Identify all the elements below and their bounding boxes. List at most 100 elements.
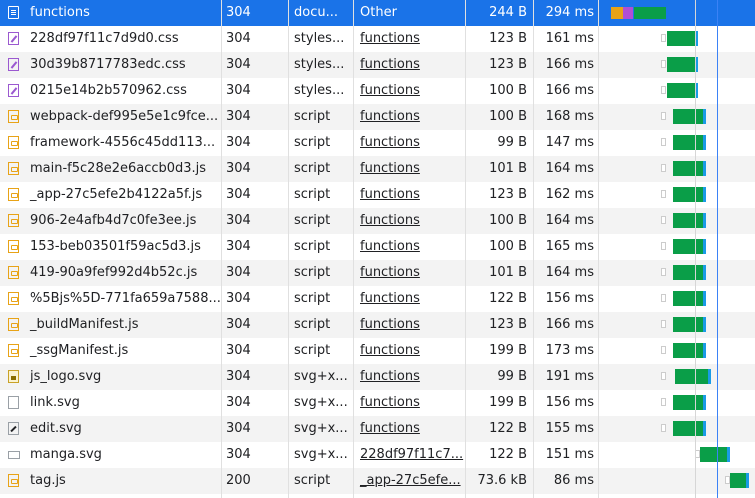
waterfall-queue-bar	[661, 216, 666, 224]
waterfall-queue-bar	[661, 320, 666, 328]
request-row[interactable]: edit.svg 304 svg+x... functions 122 B 155 ms	[0, 416, 755, 442]
column-divider[interactable]	[221, 0, 222, 498]
request-row[interactable]: _buildManifest.js 304 script functions 123 B…	[0, 312, 755, 338]
column-divider[interactable]	[533, 0, 534, 498]
request-status: 304	[226, 265, 251, 280]
column-divider[interactable]	[598, 0, 599, 498]
request-row[interactable]: _app-27c5efe2b4122a5f.js 304 script functio…	[0, 182, 755, 208]
initiator-link[interactable]: functions	[360, 57, 420, 72]
column-divider[interactable]	[288, 0, 289, 498]
request-initiator[interactable]: functions	[353, 52, 465, 78]
initiator-link[interactable]: functions	[360, 265, 420, 280]
request-type: svg+x...	[294, 421, 348, 436]
request-name: 30d39b8717783edc.css	[30, 57, 186, 72]
initiator-link[interactable]: functions	[360, 239, 420, 254]
request-row[interactable]: webpack-def995e5e1c9fce... 304 script funct…	[0, 104, 755, 130]
waterfall-bar-segment	[606, 7, 609, 19]
request-initiator[interactable]: functions	[353, 260, 465, 286]
request-row[interactable]: tag.js 200 script _app-27c5efe... 73.6 kB 86 …	[0, 468, 755, 494]
request-size: 123 B	[489, 57, 527, 72]
request-row[interactable]: 0215e14b2b570962.css 304 styles... function…	[0, 78, 755, 104]
waterfall-queue-bar	[661, 34, 666, 42]
request-initiator[interactable]: functions	[353, 338, 465, 364]
request-time: 164 ms	[545, 161, 594, 176]
request-name: %5Bjs%5D-771fa659a7588...	[30, 291, 221, 306]
request-row[interactable]: main-f5c28e2e6accb0d3.js 304 script functio…	[0, 156, 755, 182]
initiator-link[interactable]: functions	[360, 343, 420, 358]
column-divider[interactable]	[353, 0, 354, 498]
initiator-link[interactable]: functions	[360, 291, 420, 306]
request-row[interactable]: framework-4556c45dd113... 304 script functi…	[0, 130, 755, 156]
request-size: 122 B	[489, 447, 527, 462]
initiator-link[interactable]: functions	[360, 369, 420, 384]
waterfall-receive-bar	[673, 421, 703, 436]
initiator-link[interactable]: Other	[360, 5, 397, 20]
waterfall-receive-bar	[673, 109, 703, 124]
initiator-link[interactable]: _app-27c5efe...	[360, 473, 461, 488]
request-type: script	[294, 135, 331, 150]
request-type: script	[294, 265, 331, 280]
request-row[interactable]: 30d39b8717783edc.css 304 styles... function…	[0, 52, 755, 78]
request-row[interactable]: 419-90a9fef992d4b52c.js 304 script function…	[0, 260, 755, 286]
waterfall-receive-bar	[700, 447, 727, 462]
initiator-link[interactable]: functions	[360, 109, 420, 124]
request-row[interactable]: _ssgManifest.js 304 script functions 199 B 17…	[0, 338, 755, 364]
initiator-link[interactable]: 228df97f11c7...	[360, 447, 463, 462]
request-time: 165 ms	[545, 239, 594, 254]
initiator-link[interactable]: functions	[360, 31, 420, 46]
request-initiator[interactable]: functions	[353, 364, 465, 390]
request-initiator[interactable]: 228df97f11c7...	[353, 442, 465, 468]
request-initiator[interactable]: functions	[353, 416, 465, 442]
request-size: 199 B	[489, 395, 527, 410]
request-initiator[interactable]: functions	[353, 78, 465, 104]
request-initiator[interactable]: functions	[353, 130, 465, 156]
request-size: 100 B	[489, 109, 527, 124]
request-initiator[interactable]: _app-27c5efe...	[353, 468, 465, 494]
request-initiator[interactable]: functions	[353, 234, 465, 260]
request-name: 906-2e4afb4d7c0fe3ee.js	[30, 213, 197, 228]
request-row[interactable]: 153-beb03501f59ac5d3.js 304 script function…	[0, 234, 755, 260]
initiator-link[interactable]: functions	[360, 213, 420, 228]
request-initiator[interactable]: functions	[353, 182, 465, 208]
request-initiator[interactable]: Other	[353, 0, 465, 26]
request-initiator[interactable]: functions	[353, 208, 465, 234]
waterfall-bar-segment	[634, 7, 666, 19]
request-row[interactable]: js_logo.svg 304 svg+x... functions 99 B 191 m…	[0, 364, 755, 390]
waterfall-receive-bar	[667, 57, 695, 72]
network-request-table: functions 304 docu... Other 244 B 294 ms 228df…	[0, 0, 755, 498]
waterfall-download-bar	[703, 161, 706, 176]
request-size: 123 B	[489, 317, 527, 332]
request-status: 200	[226, 473, 251, 488]
request-name: js_logo.svg	[30, 369, 102, 384]
request-initiator[interactable]: functions	[353, 156, 465, 182]
request-row[interactable]: functions 304 docu... Other 244 B 294 ms	[0, 0, 755, 26]
request-row[interactable]: 228df97f11c7d9d0.css 304 styles... function…	[0, 26, 755, 52]
request-row[interactable]: %5Bjs%5D-771fa659a7588... 304 script functi…	[0, 286, 755, 312]
initiator-link[interactable]: functions	[360, 421, 420, 436]
waterfall-download-bar	[727, 447, 730, 462]
request-initiator[interactable]: functions	[353, 312, 465, 338]
waterfall-download-bar	[703, 239, 706, 254]
request-initiator[interactable]: functions	[353, 26, 465, 52]
initiator-link[interactable]: functions	[360, 83, 420, 98]
initiator-link[interactable]: functions	[360, 135, 420, 150]
initiator-link[interactable]: functions	[360, 187, 420, 202]
request-time: 156 ms	[545, 291, 594, 306]
request-type: script	[294, 161, 331, 176]
initiator-link[interactable]: functions	[360, 317, 420, 332]
waterfall-queue-bar	[661, 424, 666, 432]
request-initiator[interactable]: functions	[353, 390, 465, 416]
request-time: 86 ms	[553, 473, 594, 488]
waterfall-download-bar	[703, 395, 706, 410]
initiator-link[interactable]: functions	[360, 161, 420, 176]
initiator-link[interactable]: functions	[360, 395, 420, 410]
request-initiator[interactable]: functions	[353, 104, 465, 130]
request-row[interactable]: manga.svg 304 svg+x... 228df97f11c7... 122 B…	[0, 442, 755, 468]
request-row[interactable]: 906-2e4afb4d7c0fe3ee.js 304 script function…	[0, 208, 755, 234]
request-row[interactable]: link.svg 304 svg+x... functions 199 B 156 ms	[0, 390, 755, 416]
waterfall-receive-bar	[667, 83, 695, 98]
waterfall-queue-bar	[661, 190, 666, 198]
waterfall-queue-bar	[661, 112, 666, 120]
column-divider[interactable]	[465, 0, 466, 498]
request-initiator[interactable]: functions	[353, 286, 465, 312]
